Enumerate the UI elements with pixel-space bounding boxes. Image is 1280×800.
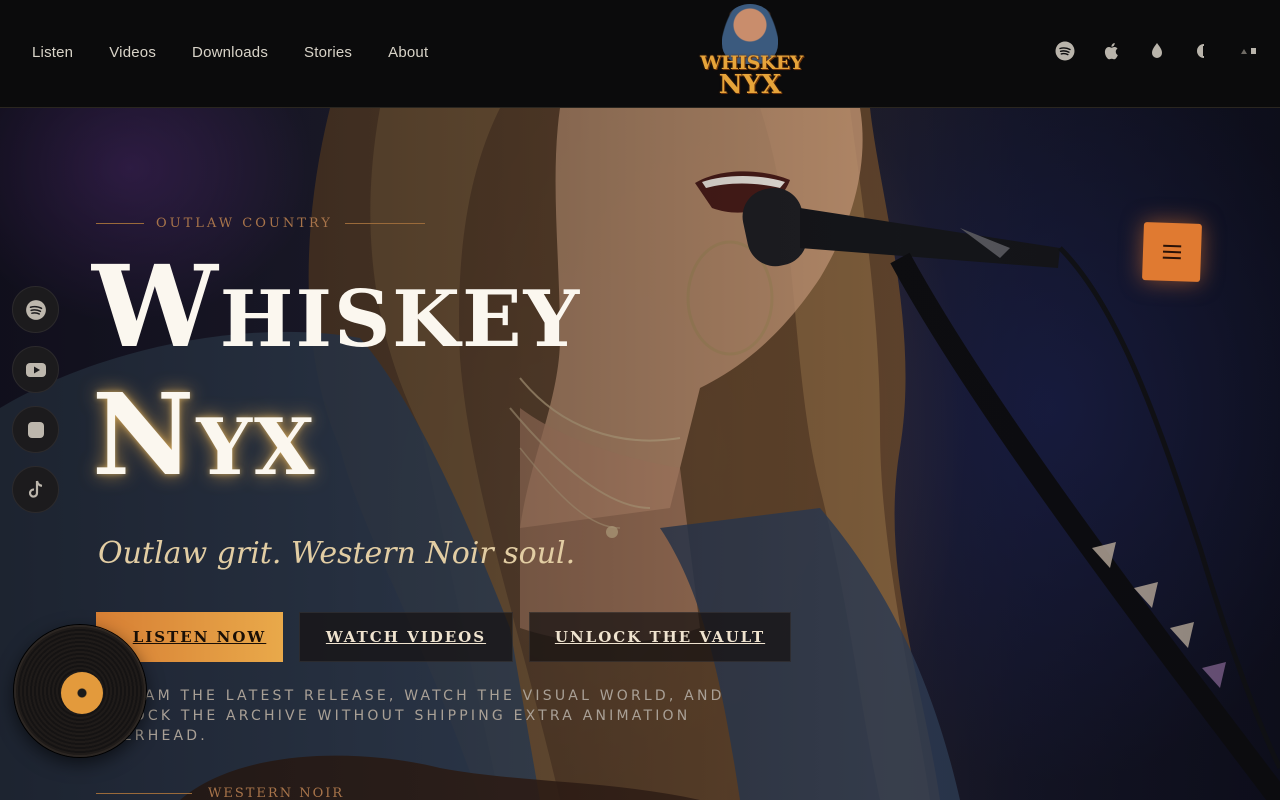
spotify-icon[interactable] <box>1054 40 1076 62</box>
watch-videos-button[interactable]: WATCH VIDEOS <box>299 612 513 662</box>
hero-title: Whiskey Nyx <box>92 252 581 492</box>
top-navigation: Listen Videos Downloads Stories About WH… <box>0 0 1280 108</box>
vinyl-player-widget[interactable] <box>14 625 146 757</box>
nav-link-stories[interactable]: Stories <box>304 44 352 61</box>
hero-actions: LISTEN NOW WATCH VIDEOS UNLOCK THE VAULT <box>96 612 807 662</box>
tiktok-icon[interactable] <box>12 466 59 513</box>
header-social-links <box>1030 40 1260 62</box>
hero-description: Stream the latest release, watch the vis… <box>96 688 725 744</box>
nav-link-listen[interactable]: Listen <box>32 44 73 61</box>
nav-link-videos[interactable]: Videos <box>109 44 156 61</box>
youtube-icon[interactable] <box>12 346 59 393</box>
more-icon[interactable] <box>1238 40 1260 62</box>
hero-title-line-2: Nyx <box>92 370 317 501</box>
next-section-label: WESTERN NOIR <box>208 786 345 800</box>
eyebrow-rule-right <box>344 223 425 224</box>
apple-music-icon[interactable] <box>12 406 59 453</box>
amazon-icon[interactable] <box>1146 40 1168 62</box>
spotify-icon[interactable] <box>12 286 59 333</box>
apple-icon[interactable] <box>1100 40 1122 62</box>
logo-word-2: NYX <box>718 70 782 100</box>
hamburger-icon <box>1162 244 1182 260</box>
social-dock <box>12 286 59 526</box>
menu-button[interactable] <box>1142 222 1202 282</box>
next-section-rule <box>96 793 192 794</box>
nav-link-downloads[interactable]: Downloads <box>192 44 268 61</box>
site-logo[interactable]: WHISKEY NYX <box>700 4 803 104</box>
deezer-icon[interactable] <box>1192 40 1214 62</box>
unlock-vault-button[interactable]: UNLOCK THE VAULT <box>529 612 791 662</box>
hero-tagline: Outlaw grit. Western Noir soul. <box>98 536 576 571</box>
nav-link-about[interactable]: About <box>388 44 428 61</box>
eyebrow-rule-left <box>96 223 144 224</box>
next-section-eyebrow: WESTERN NOIR <box>96 786 344 800</box>
primary-nav: Listen Videos Downloads Stories About <box>32 44 464 61</box>
eyebrow-text: OUTLAW COUNTRY <box>156 216 333 231</box>
vinyl-label <box>61 672 103 714</box>
hero-title-line-1: Whiskey <box>92 242 582 373</box>
hero-eyebrow: OUTLAW COUNTRY <box>96 216 425 231</box>
